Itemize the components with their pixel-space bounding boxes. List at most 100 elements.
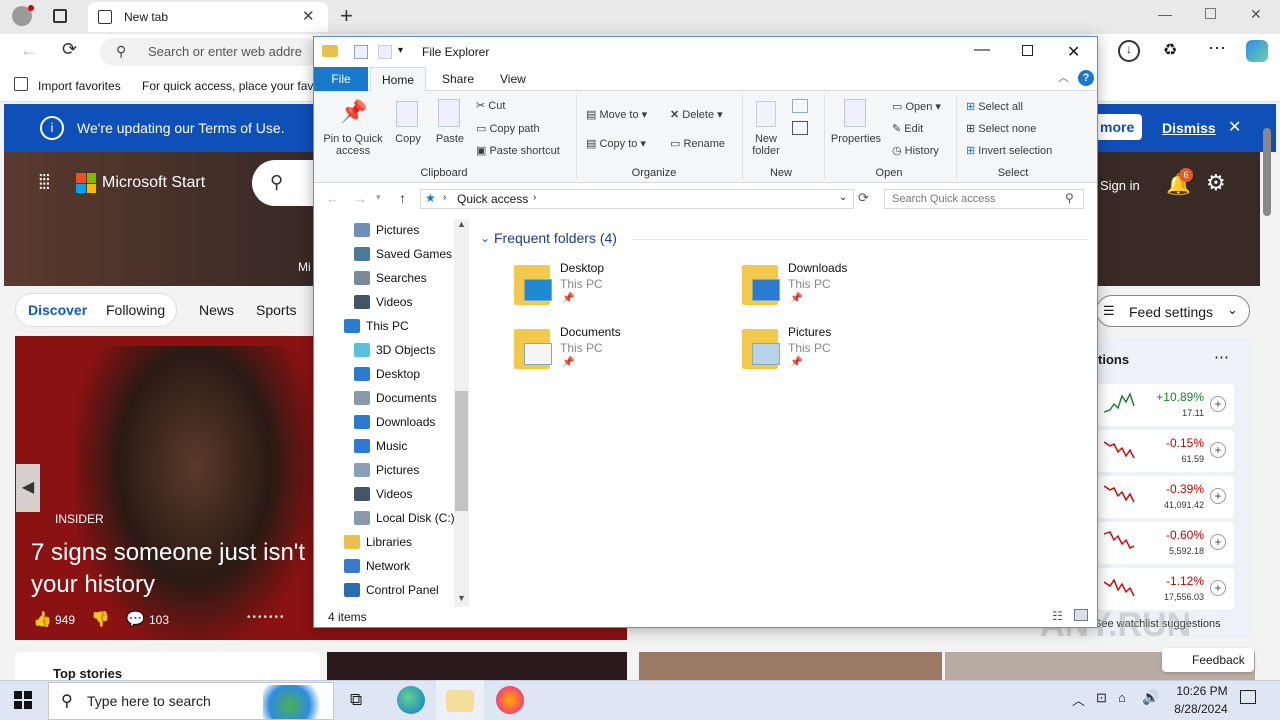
tree-item-documents[interactable]: Documents bbox=[354, 386, 437, 410]
tree-scrollbar[interactable]: ▲ ▼ bbox=[454, 219, 469, 607]
refresh-icon[interactable]: ⟳ bbox=[62, 39, 77, 60]
tree-item-this-pc[interactable]: This PC bbox=[344, 314, 409, 338]
watchlist-row[interactable]: -0.15% 61.59 + bbox=[1098, 430, 1234, 472]
tree-item-local-disk-c[interactable]: Local Disk (C:) bbox=[354, 506, 455, 530]
search-quick-access-input[interactable]: Search Quick access ⚲ bbox=[884, 189, 1084, 209]
rename-button[interactable]: ▭ Rename bbox=[670, 137, 725, 150]
edge-taskbar-icon[interactable] bbox=[397, 686, 425, 714]
tree-item-pictures[interactable]: Pictures bbox=[354, 458, 419, 482]
msn-search-input[interactable]: ⚲ bbox=[252, 160, 322, 206]
taskbar-search-input[interactable]: ⚲ Type here to search bbox=[48, 682, 334, 720]
folder-pictures[interactable]: Pictures This PC 📌 bbox=[742, 325, 982, 381]
tree-item-network[interactable]: Network bbox=[344, 554, 410, 578]
new-folder-button[interactable]: New folder bbox=[746, 133, 786, 157]
large-icons-view-icon[interactable] bbox=[1074, 609, 1088, 621]
tree-item-control-panel[interactable]: Control Panel bbox=[344, 578, 439, 602]
clock-time[interactable]: 10:26 PM bbox=[1170, 684, 1234, 698]
new-tab-icon[interactable]: + bbox=[340, 3, 353, 29]
tree-item-libraries[interactable]: Libraries bbox=[344, 530, 412, 554]
settings-icon[interactable]: ⚙ bbox=[1206, 170, 1226, 196]
extensions-icon[interactable]: ♻ bbox=[1163, 40, 1177, 60]
watchlist-row[interactable]: -1.12% 17,556.03 + bbox=[1098, 568, 1234, 610]
minimize-browser-icon[interactable]: — bbox=[1158, 6, 1172, 22]
cut-button[interactable]: ✂ Cut bbox=[476, 99, 505, 112]
tree-item-videos[interactable]: Videos bbox=[354, 482, 412, 506]
page-scrollbar[interactable] bbox=[1262, 128, 1272, 668]
folder-documents[interactable]: Documents This PC 📌 bbox=[514, 325, 754, 381]
copy-path-button[interactable]: ▭ Copy path bbox=[476, 122, 540, 135]
add-to-watchlist-icon[interactable]: + bbox=[1210, 580, 1226, 596]
qat-newfolder-icon[interactable] bbox=[378, 45, 392, 59]
watchlist-row[interactable]: -0.60% 5,592.18 + bbox=[1098, 522, 1234, 564]
browser-tab[interactable]: New tab ✕ bbox=[88, 2, 328, 32]
notifications-center-icon[interactable] bbox=[1240, 690, 1256, 704]
scroll-up-icon[interactable]: ▲ bbox=[457, 219, 466, 229]
banner-close-icon[interactable]: ✕ bbox=[1228, 117, 1241, 137]
dislike-icon[interactable]: 👎 bbox=[91, 610, 110, 628]
close-browser-icon[interactable]: ✕ bbox=[1250, 6, 1262, 23]
properties-button[interactable]: Properties bbox=[828, 133, 884, 145]
open-button[interactable]: ▭ Open ▾ bbox=[892, 100, 941, 113]
tab-view[interactable]: View bbox=[500, 72, 526, 86]
add-to-watchlist-icon[interactable]: + bbox=[1210, 534, 1226, 550]
dismiss-link[interactable]: Dismiss bbox=[1162, 120, 1216, 136]
folder-desktop[interactable]: Desktop This PC 📌 bbox=[514, 261, 754, 317]
paste-button[interactable]: Paste bbox=[432, 133, 468, 145]
section-chevron-icon[interactable]: ⌄ bbox=[480, 231, 490, 245]
paste-shortcut-button[interactable]: ▣ Paste shortcut bbox=[476, 144, 560, 157]
move-to-button[interactable]: ▤ Move to ▾ bbox=[586, 108, 647, 121]
sign-in-link[interactable]: Sign in bbox=[1100, 178, 1140, 193]
firefox-taskbar-icon[interactable] bbox=[496, 686, 524, 714]
tree-item-saved-games[interactable]: Saved Games bbox=[354, 242, 452, 266]
scroll-down-icon[interactable]: ▼ bbox=[457, 593, 466, 603]
downloads-icon[interactable]: ↓ bbox=[1118, 40, 1140, 62]
copy-to-button[interactable]: ▤ Copy to ▾ bbox=[586, 137, 646, 150]
tray-network-icon[interactable]: ⊡ bbox=[1096, 690, 1107, 706]
collapse-ribbon-icon[interactable]: ︿ bbox=[1058, 69, 1069, 85]
close-icon[interactable]: ✕ bbox=[1067, 42, 1080, 62]
minimize-icon[interactable]: — bbox=[974, 41, 990, 59]
apps-grid-icon[interactable]: ⁞⁞⁞ bbox=[38, 172, 51, 195]
tab-share[interactable]: Share bbox=[442, 72, 474, 86]
copilot-icon[interactable] bbox=[1246, 40, 1268, 62]
folder-downloads[interactable]: Downloads This PC 📌 bbox=[742, 261, 982, 317]
path-dropdown-icon[interactable]: ⌄ bbox=[839, 192, 847, 203]
feedback-button[interactable]: Feedback bbox=[1162, 648, 1254, 672]
tray-volume-icon[interactable]: 🔊 bbox=[1142, 689, 1159, 706]
up-icon[interactable]: ↑ bbox=[399, 190, 406, 206]
nav-discover[interactable]: Discover bbox=[28, 302, 87, 318]
tab-file[interactable]: File bbox=[314, 67, 368, 91]
nav-sports[interactable]: Sports bbox=[256, 302, 296, 318]
watchlist-row[interactable]: -0.39% 41,091.42 + bbox=[1098, 476, 1234, 518]
watchlist-row[interactable]: +10.89% 17.11 + bbox=[1098, 384, 1234, 426]
nav-news[interactable]: News bbox=[199, 302, 234, 318]
add-to-watchlist-icon[interactable]: + bbox=[1210, 396, 1226, 412]
like-icon[interactable]: 👍 bbox=[33, 610, 52, 628]
details-view-icon[interactable]: ☷ bbox=[1052, 609, 1063, 623]
recent-locations-icon[interactable]: ▾ bbox=[376, 192, 381, 203]
carousel-prev-button[interactable]: ◀ bbox=[16, 464, 40, 512]
task-view-icon[interactable]: ⧉ bbox=[350, 690, 362, 710]
history-button[interactable]: ◷ History bbox=[892, 144, 939, 157]
new-item-icon[interactable] bbox=[792, 99, 808, 113]
feed-settings-button[interactable]: ☰ Feed settings ⌄ bbox=[1096, 295, 1250, 327]
restore-browser-icon[interactable] bbox=[1205, 8, 1216, 19]
back-icon[interactable]: ← bbox=[20, 40, 38, 61]
path-quick-access[interactable]: Quick access bbox=[457, 192, 528, 206]
clock-date[interactable]: 8/28/2024 bbox=[1166, 702, 1236, 716]
qat-dropdown-icon[interactable]: ▾ bbox=[398, 45, 403, 56]
frequent-folders-heading[interactable]: Frequent folders (4) bbox=[494, 230, 617, 246]
edit-button[interactable]: ✎ Edit bbox=[892, 122, 923, 135]
scroll-thumb[interactable] bbox=[455, 391, 468, 511]
help-icon[interactable]: ? bbox=[1078, 70, 1094, 86]
select-none-button[interactable]: ⊞ Select none bbox=[966, 122, 1036, 135]
tab-home[interactable]: Home bbox=[370, 67, 426, 92]
tree-item-music[interactable]: Music bbox=[354, 434, 407, 458]
maximize-icon[interactable] bbox=[1022, 45, 1033, 56]
comment-icon[interactable]: 💬 bbox=[126, 610, 145, 628]
easy-access-icon[interactable] bbox=[792, 121, 808, 135]
tray-wifi-icon[interactable]: ⌂ bbox=[1118, 690, 1126, 705]
tab-actions-icon[interactable] bbox=[53, 9, 67, 23]
select-all-button[interactable]: ⊞ Select all bbox=[966, 100, 1023, 113]
tree-item-3d-objects[interactable]: 3D Objects bbox=[354, 338, 435, 362]
